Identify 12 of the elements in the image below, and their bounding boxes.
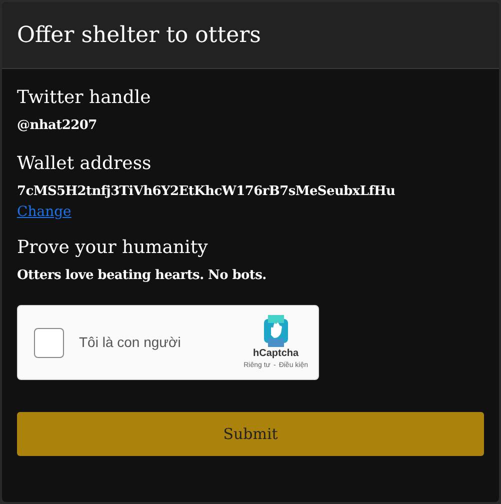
section-text: Otters love beating hearts. No bots. [17, 267, 268, 285]
section-heading: Twitter handle [17, 86, 152, 110]
captcha-brand: hCaptcha [253, 346, 299, 360]
submit-button[interactable]: Submit [17, 412, 484, 456]
section-text: @nhat2207 [17, 117, 98, 135]
section-text: 7cMS5H2tnfj3TiVh6Y2EtKhcW176rB7sMeSeubxLfHu [17, 183, 396, 201]
change-link[interactable]: Change [17, 203, 72, 221]
section-heading: Prove your humanity [17, 236, 209, 260]
captcha-checkbox[interactable] [34, 328, 64, 358]
dialog-title: Offer shelter to otters [17, 22, 261, 50]
section-heading: Wallet address [17, 152, 152, 176]
captcha-label: Tôi là con người [79, 333, 182, 352]
